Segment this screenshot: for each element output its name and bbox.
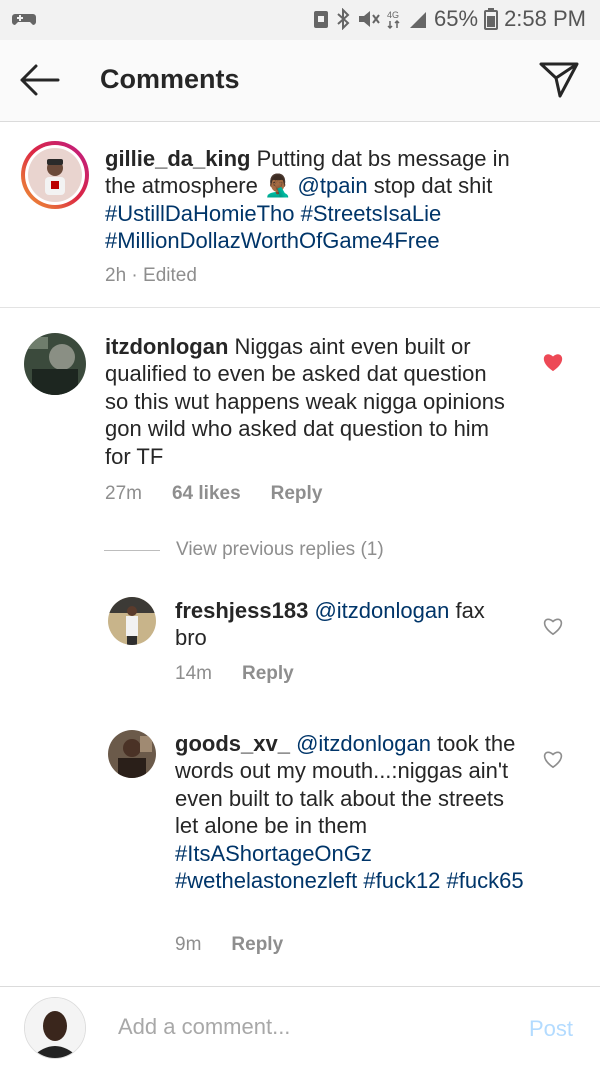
gamepad-icon (12, 14, 36, 25)
reply-mention[interactable]: @itzdonlogan (314, 598, 449, 623)
reply-time: 9m (175, 934, 202, 955)
comment-likes[interactable]: 64 likes (172, 483, 241, 505)
avatar-image (24, 333, 86, 395)
comment-input[interactable] (116, 1013, 480, 1041)
reply-hashtag[interactable]: #fuck12 (363, 868, 440, 893)
send-icon[interactable] (538, 58, 580, 100)
reply-hashtag[interactable]: #ItsAShortageOnGz (175, 841, 372, 866)
caption-hashtag[interactable]: #MillionDollazWorthOfGame4Free (105, 228, 440, 253)
view-previous-label: View previous replies (1) (176, 539, 384, 560)
caption-username[interactable]: gillie_da_king (105, 146, 251, 171)
comment-time: 27m (105, 483, 142, 504)
avatar-image (25, 998, 85, 1058)
reply-meta: 9m Reply (175, 934, 283, 956)
comment-composer: Post (0, 986, 600, 1068)
caption-hashtag[interactable]: #UstillDaHomieTho (105, 201, 295, 226)
caption-divider (0, 307, 600, 308)
avatar-image (108, 597, 156, 645)
avatar-image (25, 145, 85, 205)
battery-percent: 65% (434, 6, 479, 31)
avatar-image (108, 730, 156, 778)
heart-outline-icon[interactable] (542, 749, 564, 769)
reply-hashtag[interactable]: #fuck65 (447, 868, 524, 893)
caption-meta: 2h · Edited (105, 265, 197, 287)
status-icons: 4G 65% 2:58 PM (312, 6, 586, 32)
page-title: Comments (100, 64, 240, 94)
reply-mention[interactable]: @itzdonlogan (296, 731, 431, 756)
caption-hashtag[interactable]: #StreetsIsaLie (301, 201, 442, 226)
alarm-icon (314, 11, 329, 28)
view-previous-replies[interactable]: View previous replies (1) (104, 539, 384, 561)
caption-avatar[interactable] (21, 141, 89, 209)
reply-hashtag[interactable]: #wethelastonezleft (175, 868, 357, 893)
back-arrow-icon[interactable] (18, 60, 62, 100)
comment-avatar[interactable] (24, 333, 86, 395)
mute-icon (359, 11, 380, 27)
status-time: 2:58 PM (504, 6, 586, 31)
reply-avatar[interactable] (108, 597, 156, 645)
reply-button[interactable]: Reply (231, 934, 283, 956)
reply-username[interactable]: freshjess183 (175, 598, 308, 623)
caption-timestamp: 2h · Edited (105, 265, 197, 286)
caption-mention[interactable]: @tpain (298, 173, 368, 198)
caption-body-2: stop dat shit (373, 173, 493, 199)
battery-icon (484, 8, 499, 30)
reply-avatar[interactable] (108, 730, 156, 778)
comment-meta: 27m 64 likes Reply (105, 483, 322, 505)
reply-text: freshjess183 @itzdonlogan fax bro (175, 597, 520, 652)
comment-username[interactable]: itzdonlogan (105, 334, 228, 359)
reply-username[interactable]: goods_xv_ (175, 731, 290, 756)
reply-time: 14m (175, 663, 212, 684)
heart-filled-icon[interactable] (542, 352, 564, 372)
comment-text: itzdonlogan Niggas aint even built or qu… (105, 333, 515, 470)
replies-line (104, 549, 160, 551)
reply-text: goods_xv_ @itzdonlogan took the words ou… (175, 730, 530, 894)
signal-icon (410, 12, 427, 28)
caption-text: gillie_da_king Putting dat bs message in… (105, 145, 535, 255)
header: Comments (0, 40, 600, 122)
reply-button[interactable]: Reply (242, 663, 294, 685)
reply-button[interactable]: Reply (271, 483, 323, 505)
svg-text:4G: 4G (387, 10, 399, 20)
reply-meta: 14m Reply (175, 663, 294, 685)
heart-outline-icon[interactable] (542, 616, 564, 636)
lte-icon: 4G (387, 10, 400, 30)
bluetooth-icon (337, 8, 350, 30)
status-bar: 4G 65% 2:58 PM (0, 0, 600, 40)
post-button[interactable]: Post (529, 1016, 573, 1042)
current-user-avatar[interactable] (24, 997, 86, 1059)
facepalm-emoji: 🤦🏾‍♂️ (264, 173, 292, 199)
